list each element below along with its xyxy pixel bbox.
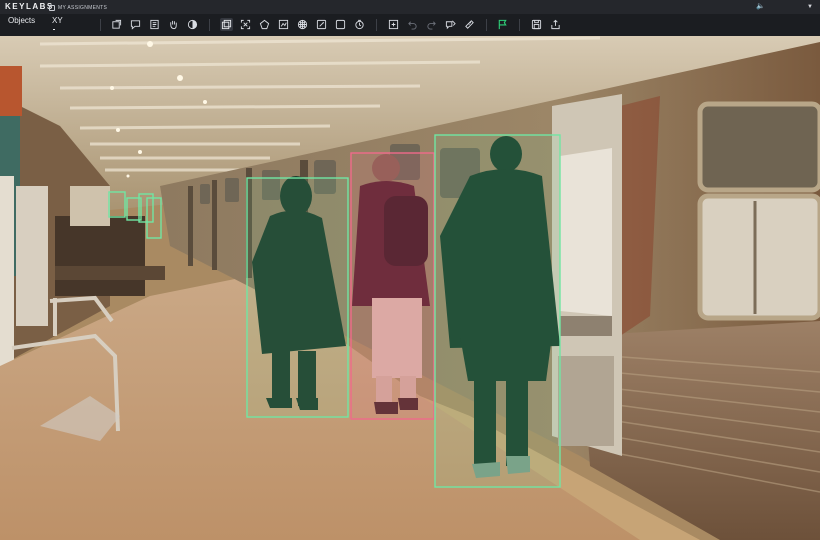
hide-icon[interactable] xyxy=(444,18,457,31)
polygon-icon[interactable] xyxy=(258,18,271,31)
notes-icon[interactable] xyxy=(148,18,161,31)
tab-objects[interactable]: Objects xyxy=(8,15,35,27)
add-frame-icon[interactable] xyxy=(387,18,400,31)
comment-icon[interactable] xyxy=(129,18,142,31)
polyline-icon[interactable] xyxy=(277,18,290,31)
toolbar-divider xyxy=(209,19,210,31)
top-bar: KEYLABS MY ASSIGNMENTS 🔈 ▼ xyxy=(0,0,820,14)
ruler-icon[interactable] xyxy=(463,18,476,31)
timer-icon[interactable] xyxy=(353,18,366,31)
redo-icon[interactable] xyxy=(425,18,438,31)
toolbar-divider xyxy=(376,19,377,31)
keypoints-icon[interactable] xyxy=(239,18,252,31)
image-canvas[interactable] xyxy=(0,36,820,540)
bounding-box-person-3 xyxy=(434,134,561,488)
cuboid-icon[interactable] xyxy=(334,18,347,31)
bounding-box-icon[interactable] xyxy=(220,18,233,31)
flag-icon[interactable] xyxy=(496,18,509,31)
mask-icon[interactable] xyxy=(296,18,309,31)
toolbar-divider xyxy=(519,19,520,31)
my-assignments-link[interactable]: MY ASSIGNMENTS xyxy=(49,3,107,12)
annotation-toolbar: Objects XY xyxy=(0,14,820,36)
bounding-box-person-1 xyxy=(246,177,349,418)
tab-indicator xyxy=(53,29,55,30)
contrast-icon[interactable] xyxy=(186,18,199,31)
undo-icon[interactable] xyxy=(406,18,419,31)
save-icon[interactable] xyxy=(530,18,543,31)
export-icon[interactable] xyxy=(549,18,562,31)
tab-xy[interactable]: XY xyxy=(52,15,63,27)
my-assignments-label: MY ASSIGNMENTS xyxy=(58,4,108,11)
toolbar-divider xyxy=(486,19,487,31)
chevron-down-icon[interactable]: ▼ xyxy=(806,3,814,11)
toolbar-divider xyxy=(100,19,101,31)
sound-icon[interactable]: 🔈 xyxy=(756,3,765,11)
app-logo: KEYLABS xyxy=(5,2,54,11)
pan-hand-icon[interactable] xyxy=(167,18,180,31)
new-object-icon[interactable] xyxy=(110,18,123,31)
magic-icon[interactable] xyxy=(315,18,328,31)
assignments-icon xyxy=(49,4,55,11)
bounding-box-person-2 xyxy=(350,152,435,420)
subway-photo xyxy=(0,36,820,540)
